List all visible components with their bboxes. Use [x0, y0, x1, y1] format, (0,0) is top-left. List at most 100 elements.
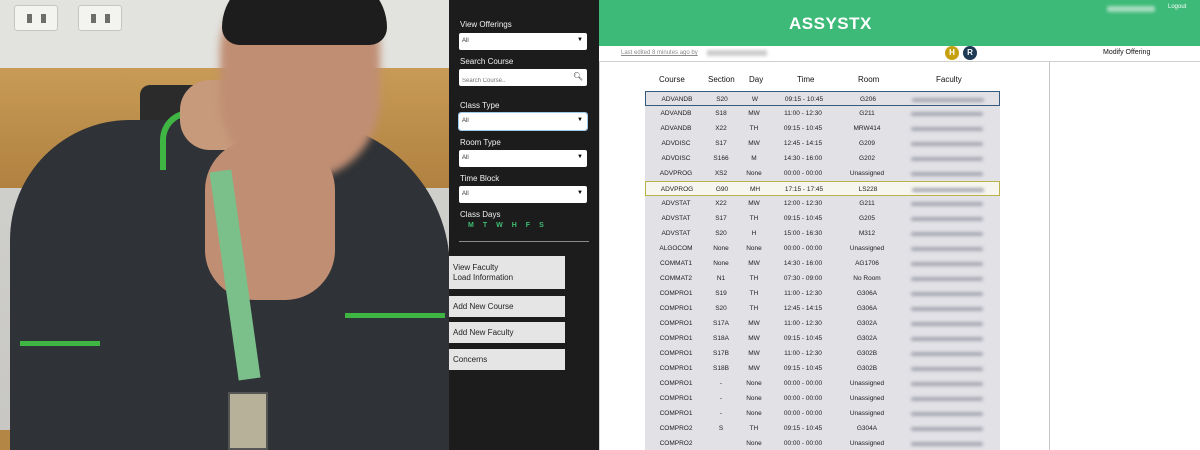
class-type-select[interactable]: All ▼ [458, 112, 588, 131]
cell-day: TH [749, 215, 759, 222]
r-button[interactable]: R [963, 46, 977, 60]
table-row[interactable]: COMPRO1 S19 TH 11:00 - 12:30 G306A [645, 286, 1000, 301]
cell-day: MW [748, 260, 760, 267]
table-row[interactable]: ADVSTAT S17 TH 09:15 - 10:45 G205 [645, 211, 1000, 226]
day-toggle-t[interactable]: T [483, 222, 487, 229]
table-row[interactable]: ADVPROG G90 MH 17:15 - 17:45 LS228 [645, 181, 1000, 196]
cell-section: S19 [715, 290, 727, 297]
view-offerings-select[interactable]: All ▼ [459, 33, 587, 50]
table-row[interactable]: COMPRO1 S20 TH 12:45 - 14:15 G306A [645, 301, 1000, 316]
cell-time: 11:00 - 12:30 [784, 320, 822, 327]
last-edited-link[interactable]: Last edited 8 minutes ago by [621, 50, 698, 56]
cell-time: 12:00 - 12:30 [783, 200, 823, 207]
col-header-faculty[interactable]: Faculty [936, 75, 962, 84]
h-button[interactable]: H [945, 46, 959, 60]
cell-room: G209 [859, 140, 875, 147]
table-row[interactable]: ADVANDB S20 W 09:15 - 10:45 G206 [645, 91, 1000, 106]
col-header-room[interactable]: Room [858, 75, 879, 84]
view-faculty-load-button[interactable]: View Faculty Load Information [449, 256, 565, 289]
cell-faculty-blurred [911, 337, 983, 341]
add-new-course-button[interactable]: Add New Course [449, 296, 565, 317]
cell-faculty-blurred [911, 412, 983, 416]
cell-day: TH [749, 275, 759, 282]
table-row[interactable]: COMPRO1 S17A MW 11:00 - 12:30 G302A [645, 316, 1000, 331]
cell-section: - [719, 410, 723, 417]
cell-day: MW [748, 200, 760, 207]
cell-time: 09:15 - 10:45 [783, 365, 823, 372]
add-new-faculty-button[interactable]: Add New Faculty [449, 322, 565, 343]
cell-room: MRW414 [853, 125, 881, 132]
col-header-section[interactable]: Section [708, 75, 735, 84]
concerns-label: Concerns [453, 354, 488, 364]
cell-course: COMPRO2 [659, 425, 693, 432]
cell-day: MW [748, 365, 760, 372]
cell-time: 11:00 - 12:30 [784, 110, 822, 117]
table-row[interactable]: COMPRO1 S17B MW 11:00 - 12:30 G302B [645, 346, 1000, 361]
cell-section: S18B [713, 365, 729, 372]
cell-section: N1 [716, 275, 726, 282]
col-header-course[interactable]: Course [659, 75, 685, 84]
cell-course: ADVANDB [660, 110, 692, 117]
time-block-label: Time Block [460, 174, 500, 183]
table-row[interactable]: COMPRO2 S TH 09:15 - 10:45 G304A [645, 421, 1000, 436]
cell-faculty-blurred [911, 262, 983, 266]
table-row[interactable]: ADVSTAT X22 MW 12:00 - 12:30 G211 [645, 196, 1000, 211]
day-toggle-h[interactable]: H [512, 222, 517, 229]
cell-section: None [713, 260, 729, 267]
table-row[interactable]: COMPRO1 S18A MW 09:15 - 10:45 G302A [645, 331, 1000, 346]
table-row[interactable]: COMPRO1 - None 00:00 - 00:00 Unassigned [645, 391, 1000, 406]
col-header-day[interactable]: Day [749, 75, 763, 84]
time-block-select[interactable]: All ▼ [459, 186, 587, 203]
cell-time: 00:00 - 00:00 [783, 245, 823, 252]
cell-course: COMPRO1 [659, 395, 693, 402]
table-row[interactable]: ADVPROG XS2 None 00:00 - 00:00 Unassigned [645, 166, 1000, 181]
day-toggle-s[interactable]: S [539, 222, 544, 229]
cell-day: None [746, 245, 762, 252]
cell-room: G306A [856, 305, 878, 312]
person-sleeve-right [345, 300, 445, 318]
table-row[interactable]: COMMAT1 None MW 14:30 - 16:00 AG1706 [645, 256, 1000, 271]
cell-day: MW [748, 110, 760, 117]
table-row[interactable]: COMPRO1 - None 00:00 - 00:00 Unassigned [645, 406, 1000, 421]
cell-section: S18A [713, 335, 729, 342]
cell-faculty-blurred [911, 427, 983, 431]
cell-faculty-blurred [911, 382, 983, 386]
day-toggle-w[interactable]: W [496, 222, 503, 229]
table-row[interactable]: COMPRO2 None 00:00 - 00:00 Unassigned [645, 436, 1000, 450]
person-sleeve-left [20, 330, 100, 346]
concerns-button[interactable]: Concerns [449, 349, 565, 370]
logout-link[interactable]: Logout [1168, 4, 1186, 10]
cell-faculty-blurred [911, 367, 983, 371]
table-row[interactable]: ALGOCOM None None 00:00 - 00:00 Unassigned [645, 241, 1000, 256]
cell-time: 12:45 - 14:15 [783, 140, 823, 147]
cell-room: Unassigned [849, 170, 885, 177]
app-title: ASSYSTX [789, 14, 872, 33]
day-toggle-f[interactable]: F [526, 222, 530, 229]
day-toggle-m[interactable]: M [468, 222, 474, 229]
cell-section: S17 [715, 140, 727, 147]
col-header-time[interactable]: Time [797, 75, 814, 84]
table-row[interactable]: ADVDISC S166 M 14:30 - 16:00 G202 [645, 151, 1000, 166]
table-row[interactable]: COMPRO1 - None 00:00 - 00:00 Unassigned [645, 376, 1000, 391]
table-row[interactable]: COMPRO1 S18B MW 09:15 - 10:45 G302B [645, 361, 1000, 376]
table-row[interactable]: ADVANDB X22 TH 09:15 - 10:45 MRW414 [645, 121, 1000, 136]
search-icon[interactable]: 🔍︎ [573, 72, 583, 81]
cell-room: Unassigned [849, 395, 885, 402]
search-course-input[interactable] [459, 72, 569, 90]
table-row[interactable]: COMMAT2 N1 TH 07:30 - 09:00 No Room [645, 271, 1000, 286]
cell-day: TH [749, 125, 759, 132]
cell-faculty-blurred [911, 112, 983, 116]
table-row[interactable]: ADVSTAT S20 H 15:00 - 16:30 M312 [645, 226, 1000, 241]
cell-section: S20 [715, 230, 727, 237]
room-type-select[interactable]: All ▼ [459, 150, 587, 167]
cell-faculty-blurred [912, 188, 984, 192]
table-row[interactable]: ADVDISC S17 MW 12:45 - 14:15 G209 [645, 136, 1000, 151]
cell-course: COMPRO1 [659, 335, 693, 342]
room-type-label: Room Type [460, 138, 501, 147]
table-row[interactable]: ADVANDB S18 MW 11:00 - 12:30 G211 [645, 106, 1000, 121]
cell-course: ADVSTAT [661, 215, 691, 222]
class-type-label: Class Type [460, 101, 500, 110]
cell-room: G211 [859, 110, 875, 117]
cell-room: G304A [856, 425, 878, 432]
cell-faculty-blurred [911, 127, 983, 131]
